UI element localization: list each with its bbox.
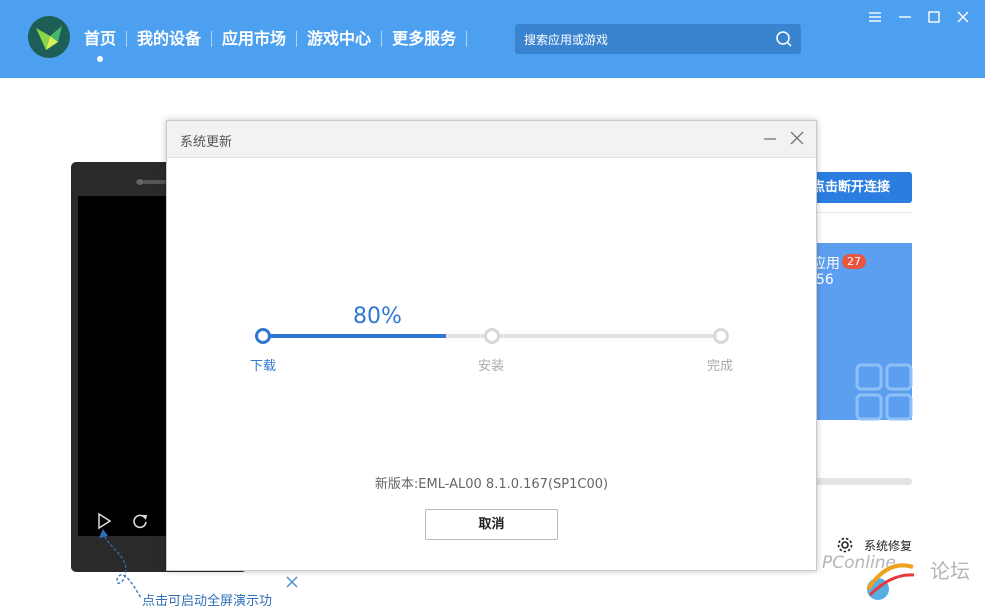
progress-percent: 80%: [353, 304, 402, 329]
nav-game-center-label: 游戏中心: [307, 29, 372, 48]
watermark-logo-icon: [866, 563, 915, 600]
search-placeholder: 搜索应用或游戏: [524, 33, 609, 47]
nav-game-center[interactable]: 游戏中心: [297, 26, 381, 52]
dialog-close-icon[interactable]: [790, 131, 804, 145]
active-indicator: [97, 56, 103, 62]
system-update-dialog: 系统更新 80% 下载 安装 完成 新版本:EML-AL00 8.1.0.167…: [166, 120, 817, 571]
search-input[interactable]: 搜索应用或游戏: [515, 24, 801, 54]
close-icon[interactable]: [954, 8, 972, 26]
nav-divider: [466, 31, 468, 47]
hint-arrow-icon: [99, 529, 142, 599]
dialog-header[interactable]: 系统更新: [167, 121, 816, 158]
new-version-text: 新版本:EML-AL00 8.1.0.167(SP1C00): [374, 477, 609, 492]
step-node-install: [484, 328, 500, 344]
menu-icon[interactable]: [866, 8, 884, 26]
hint-close-icon[interactable]: [285, 575, 299, 589]
nav-app-market-label: 应用市场: [222, 29, 287, 48]
step-label-download: 下载: [250, 359, 277, 374]
nav-more-services-label: 更多服务: [392, 29, 457, 48]
top-bar: 首页 我的设备 应用市场 游戏中心 更多服务 搜索应用或游戏: [0, 0, 985, 78]
nav-my-devices-label: 我的设备: [137, 29, 202, 48]
search-icon[interactable]: [775, 30, 793, 48]
main-nav: 首页 我的设备 应用市场 游戏中心 更多服务: [74, 26, 468, 62]
progress-fill: [263, 334, 446, 338]
system-repair-button[interactable]: 系统修复: [836, 536, 912, 554]
apps-grid-icon: [855, 363, 913, 421]
device-camera: [137, 179, 143, 185]
app-logo[interactable]: [28, 16, 70, 58]
system-repair-label: 系统修复: [864, 538, 913, 553]
gear-icon: [837, 537, 853, 553]
logo-graphic: [28, 16, 70, 58]
nav-home-label: 首页: [84, 29, 117, 48]
fullscreen-demo-hint: 点击可启动全屏演示功: [142, 594, 273, 606]
minimize-icon[interactable]: [896, 8, 914, 26]
step-label-complete: 完成: [707, 359, 734, 374]
watermark-forum-text: 论坛: [930, 559, 970, 583]
maximize-icon[interactable]: [925, 8, 943, 26]
step-node-complete: [713, 328, 729, 344]
nav-home[interactable]: 首页: [74, 26, 126, 62]
cancel-button[interactable]: 取消: [425, 509, 558, 540]
dialog-minimize-icon[interactable]: [763, 132, 777, 146]
step-label-install: 安装: [478, 359, 505, 374]
nav-app-market[interactable]: 应用市场: [212, 26, 296, 52]
step-node-download: [255, 328, 271, 344]
dialog-title: 系统更新: [180, 135, 233, 150]
nav-more-services[interactable]: 更多服务: [382, 26, 466, 52]
watermark: PConline 论坛: [820, 553, 980, 603]
app-count-badge: 27: [842, 254, 866, 269]
nav-my-devices[interactable]: 我的设备: [127, 26, 211, 52]
app-card-number: 56: [816, 272, 834, 288]
